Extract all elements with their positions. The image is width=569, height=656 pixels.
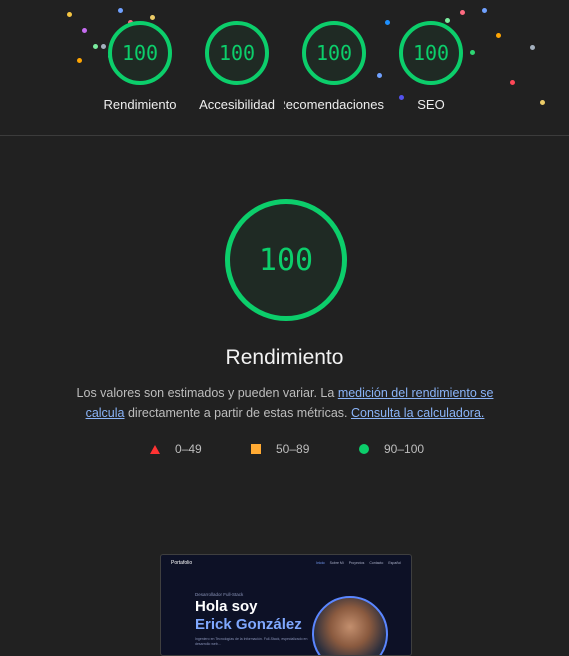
screenshot-heading-1: Hola soy <box>195 598 258 615</box>
final-screenshot[interactable]: Portafolio Inicio Sobre Mí Proyectos Con… <box>160 554 412 656</box>
score-summary-bar: 100 Rendimiento 100 Accesibilidad 100 Re… <box>0 0 569 136</box>
gauge-score: 100 <box>121 41 159 65</box>
legend-pass: 90–100 <box>359 441 424 457</box>
gauge-score: 100 <box>218 41 256 65</box>
gauge-seo[interactable]: 100 <box>399 21 463 85</box>
gauge-label-accessibility: Accesibilidad <box>199 97 275 112</box>
screenshot-subtitle: Desarrollador Full-Stack <box>195 592 244 597</box>
gauge-label-seo: SEO <box>417 97 445 112</box>
performance-score: 100 <box>258 242 314 278</box>
gauge-best-practices[interactable]: 100 <box>302 21 366 85</box>
gauge-performance[interactable]: 100 <box>108 21 172 85</box>
circle-icon <box>359 444 369 454</box>
calculator-link[interactable]: Consulta la calculadora. <box>351 406 484 420</box>
gauge-accessibility[interactable]: 100 <box>205 21 269 85</box>
category-description: Los valores son estimados y pueden varia… <box>76 386 494 420</box>
category-title: Rendimiento <box>225 346 344 369</box>
square-icon <box>251 444 261 454</box>
gauge-score: 100 <box>412 41 450 65</box>
avatar <box>312 596 388 655</box>
triangle-icon <box>150 444 160 454</box>
performance-gauge: 100 <box>225 199 347 321</box>
screenshot-heading-2: Erick González <box>195 616 302 633</box>
legend-average: 50–89 <box>251 441 309 457</box>
screenshot-logo: Portafolio <box>171 560 193 566</box>
gauge-label-performance: Rendimiento <box>103 97 177 112</box>
gauge-score: 100 <box>315 41 353 65</box>
legend-fail: 0–49 <box>150 441 202 457</box>
screenshot-nav: Inicio Sobre Mí Proyectos Contacto Españ… <box>316 561 401 565</box>
gauge-label-best-practices: Recomendaciones <box>284 97 384 112</box>
